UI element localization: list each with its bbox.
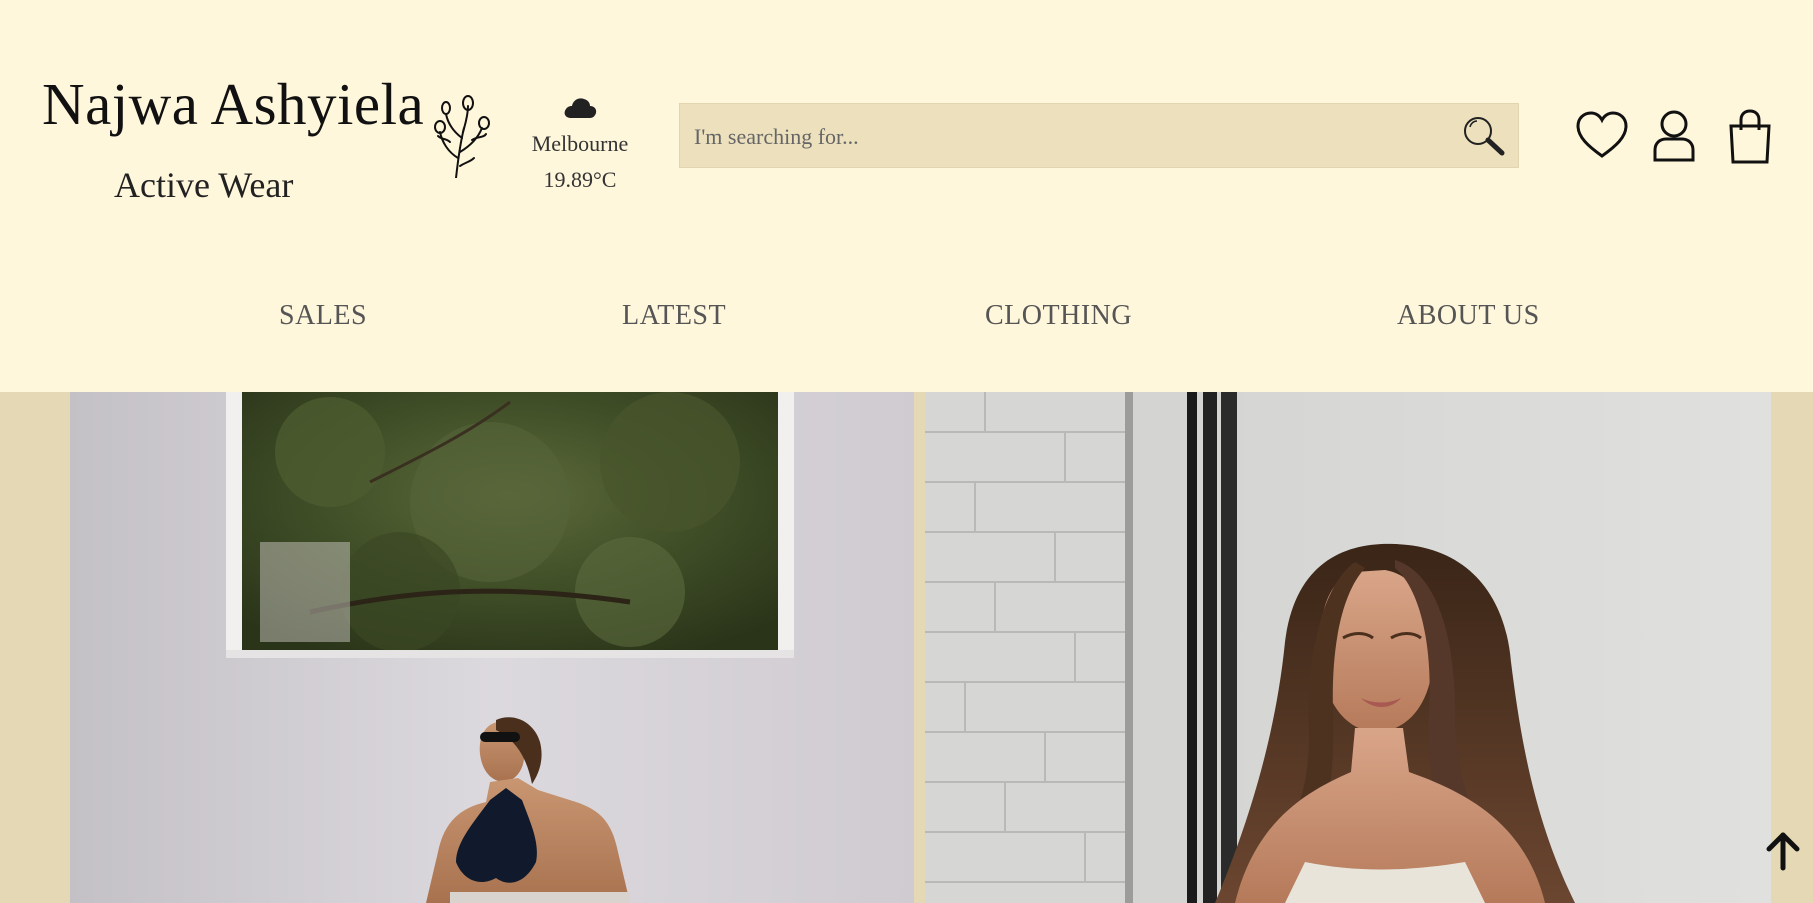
photo-gallery xyxy=(0,392,1813,903)
weather-temperature: 19.89°C xyxy=(543,167,617,192)
nav-item-latest[interactable]: LATEST xyxy=(622,300,726,332)
weather-widget: Melbourne 19.89°C xyxy=(520,96,640,198)
back-to-top-button[interactable] xyxy=(1760,828,1806,874)
gallery-photo-2[interactable] xyxy=(925,392,1771,903)
flower-logo-icon xyxy=(434,95,490,178)
arrow-up-icon xyxy=(1766,832,1800,871)
shopping-bag-icon xyxy=(1729,109,1771,164)
main-nav: SALES LATEST CLOTHING ABOUT US xyxy=(0,300,1813,346)
nav-item-clothing[interactable]: CLOTHING xyxy=(985,300,1132,332)
brand-name[interactable]: Najwa Ashyiela xyxy=(42,70,424,139)
user-icon xyxy=(1653,110,1695,162)
heart-icon xyxy=(1576,111,1628,158)
nav-item-about-us[interactable]: ABOUT US xyxy=(1397,300,1540,332)
search-icon xyxy=(1464,117,1505,156)
search-bar xyxy=(679,103,1519,169)
nav-item-sales[interactable]: SALES xyxy=(279,300,367,332)
account-button[interactable] xyxy=(1648,108,1704,164)
search-button[interactable] xyxy=(1458,113,1510,159)
weather-city: Melbourne xyxy=(531,131,629,156)
site-header: Najwa Ashyiela Active Wear Melbourne 19.… xyxy=(0,0,1813,392)
woman-bikini-window-photo xyxy=(70,392,914,903)
woman-long-hair-photo xyxy=(925,392,1771,903)
gallery-photo-1[interactable] xyxy=(70,392,914,903)
search-input[interactable] xyxy=(692,104,1436,169)
brand-subtitle: Active Wear xyxy=(114,165,294,205)
wishlist-button[interactable] xyxy=(1574,108,1630,164)
cloud-icon xyxy=(564,98,597,118)
cart-button[interactable] xyxy=(1722,108,1778,164)
